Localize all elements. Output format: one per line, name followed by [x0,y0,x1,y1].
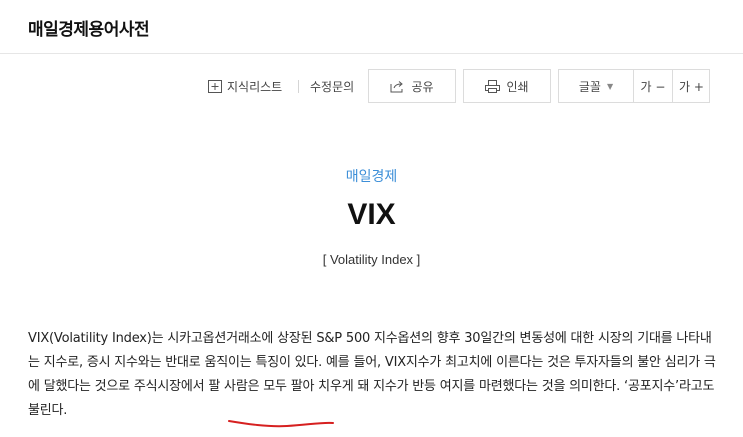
site-title[interactable]: 매일경제용어사전 [28,15,150,40]
entry-definition: VIX(Volatility Index)는 시카고옵션거래소에 상장된 S&P… [28,331,716,418]
toolbar-divider [298,80,299,93]
entry-term-english: [ Volatility Index ] [322,252,421,267]
printer-icon [485,79,501,93]
font-decrease-button[interactable]: 가 − [634,69,672,103]
share-button[interactable]: 공유 [368,69,456,103]
entry-category[interactable]: 매일경제 [0,166,743,186]
annotation-underline [227,418,337,430]
toolbar: 지식리스트 수정문의 공유 인쇄 글꼴 ▼ 가 − 가 + [0,69,743,105]
inquiry-link[interactable]: 수정문의 [310,78,354,95]
caret-down-icon: ▼ [606,81,614,91]
inquiry-label: 수정문의 [310,80,355,94]
print-button[interactable]: 인쇄 [463,69,551,103]
plus-square-icon [208,80,222,93]
wordlist-label: 지식리스트 [227,80,283,94]
share-icon [390,80,405,93]
font-size-control: 가 − 가 + [633,69,710,103]
entry-term: VIX [347,198,396,231]
print-label: 인쇄 [506,79,529,94]
font-increase-button[interactable]: 가 + [673,69,710,103]
font-select-button[interactable]: 글꼴 ▼ [558,69,634,103]
wordlist-link[interactable]: 지식리스트 [208,78,282,95]
share-label: 공유 [411,79,434,94]
page-header: 매일경제용어사전 [0,0,743,54]
font-label: 글꼴 [578,79,601,94]
